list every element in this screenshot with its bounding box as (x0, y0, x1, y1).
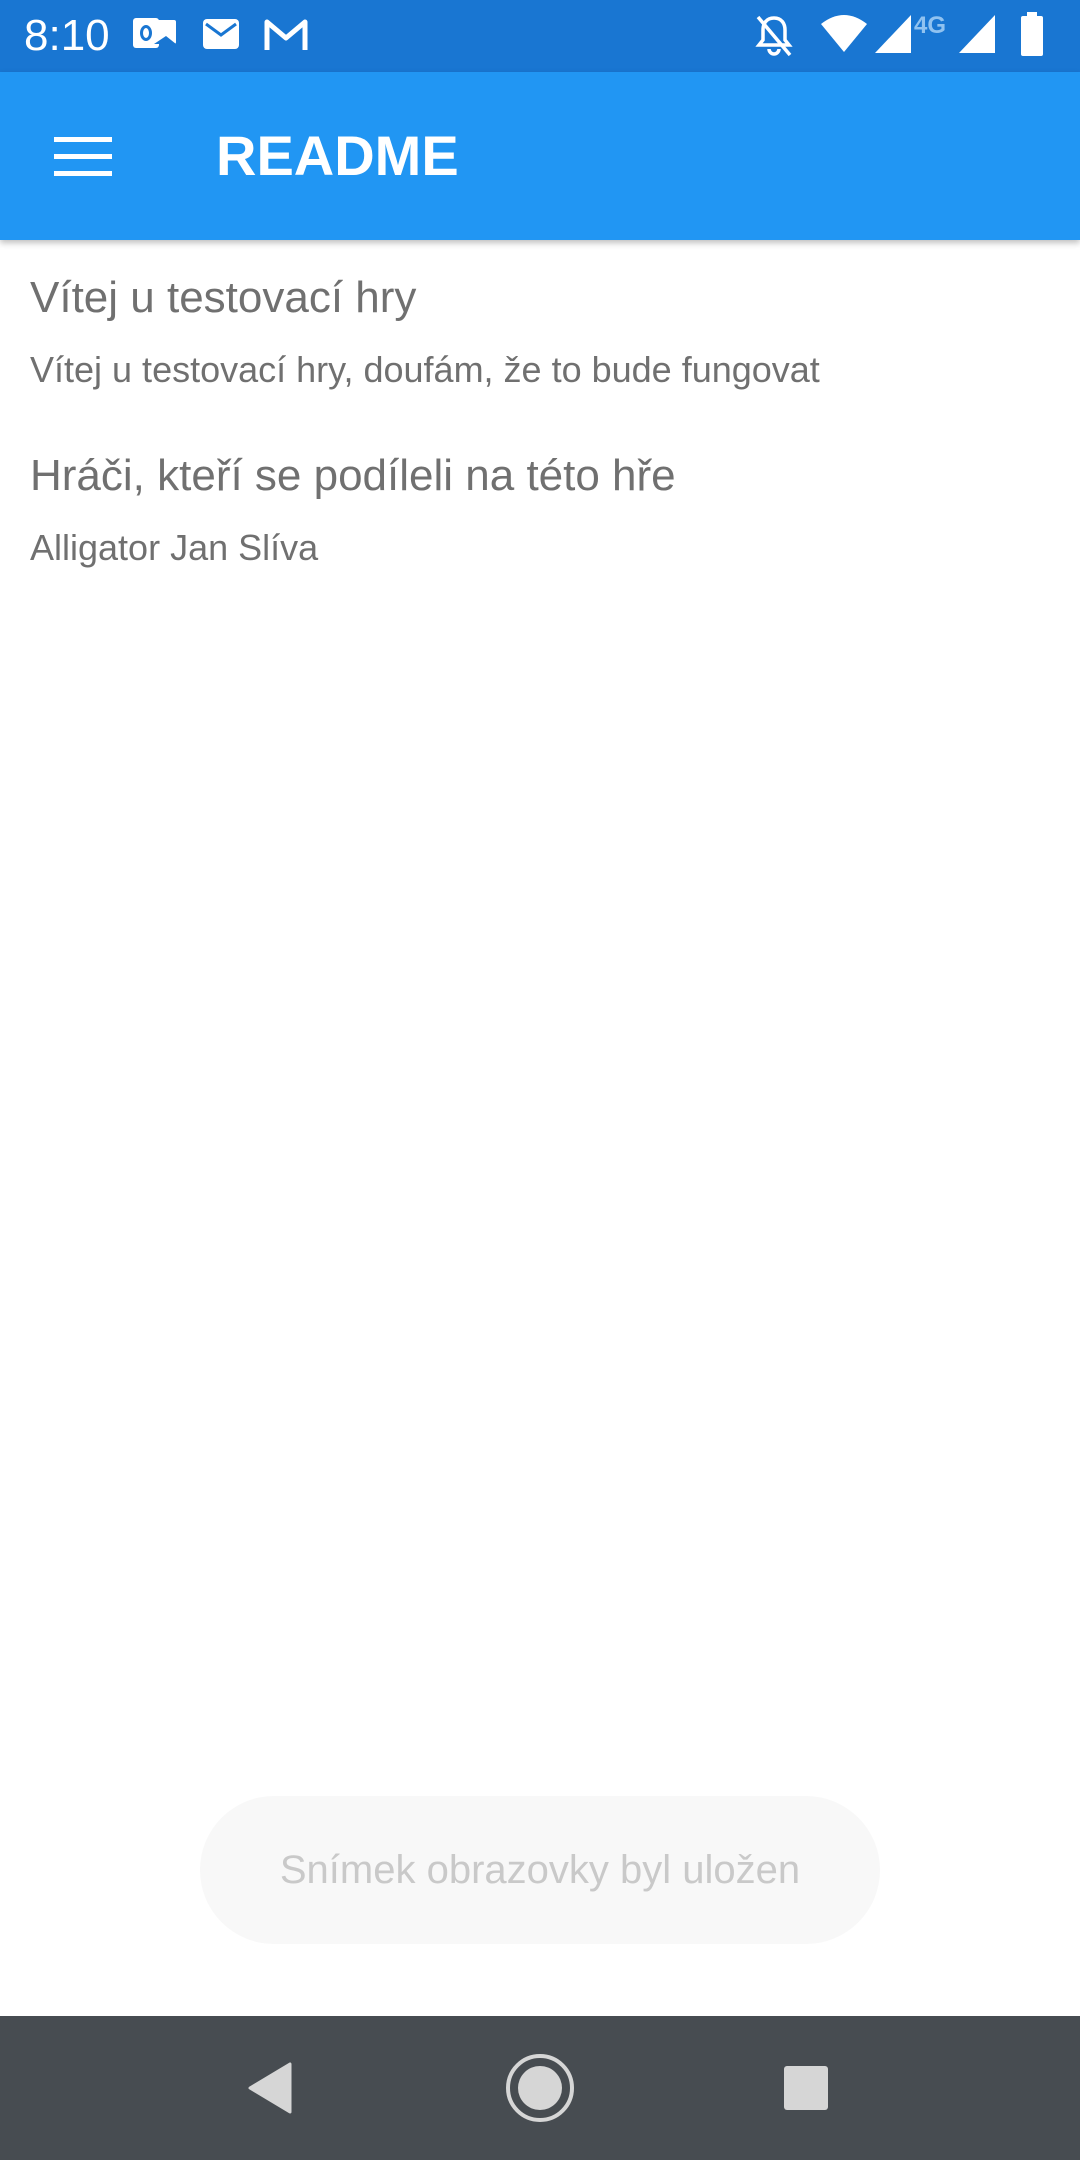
home-button[interactable] (500, 2048, 580, 2128)
hamburger-menu-icon (54, 137, 112, 176)
status-bar: 8:10 4G (0, 0, 1080, 72)
status-time: 8:10 (24, 11, 110, 60)
back-icon (248, 2062, 292, 2114)
app-bar: README (0, 72, 1080, 240)
section-text: Alligator Jan Slíva (30, 527, 319, 568)
mail-icon (203, 19, 239, 49)
section-heading: Vítej u testovací hry (30, 273, 417, 322)
gmail-icon (264, 19, 308, 50)
outlook-icon (133, 18, 176, 48)
signal-4g-icon (959, 15, 995, 53)
home-icon (506, 2054, 574, 2122)
bell-off-icon (755, 15, 793, 57)
recents-icon (784, 2066, 828, 2110)
readme-section-welcome: Vítej u testovací hry Vítej u testovací … (30, 270, 1050, 394)
navigation-bar (0, 2016, 1080, 2160)
readme-content: Vítej u testovací hry Vítej u testovací … (30, 270, 1050, 626)
page-title: README (216, 124, 459, 187)
recents-button[interactable] (766, 2048, 846, 2128)
wifi-icon (821, 15, 867, 52)
menu-button[interactable] (40, 120, 126, 192)
toast: Snímek obrazovky byl uložen (200, 1796, 880, 1944)
readme-section-players: Hráči, kteří se podíleli na této hře All… (30, 448, 1050, 572)
back-button[interactable] (230, 2048, 310, 2128)
section-text: Vítej u testovací hry, doufám, že to bud… (30, 349, 820, 390)
network-type-label: 4G (914, 12, 947, 39)
signal-icon (875, 15, 911, 53)
toast-message: Snímek obrazovky byl uložen (279, 1847, 801, 1892)
battery-icon (1021, 12, 1043, 56)
section-heading: Hráči, kteří se podíleli na této hře (30, 451, 676, 500)
